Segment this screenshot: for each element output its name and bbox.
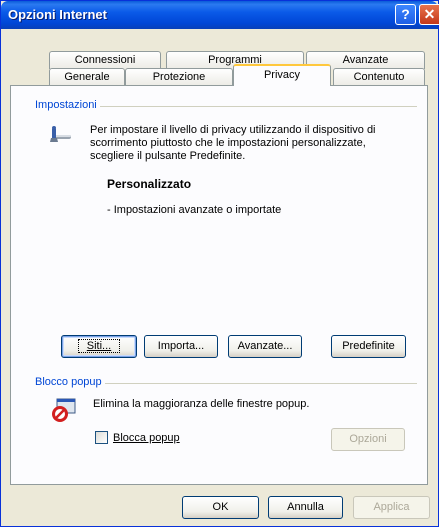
close-button[interactable]: ✕ — [419, 4, 439, 25]
block-popup-checkbox[interactable] — [95, 431, 108, 444]
popup-blocker-icon — [51, 397, 77, 423]
ok-button[interactable]: OK — [182, 496, 259, 519]
privacy-level-title: Personalizzato — [107, 177, 192, 191]
internet-options-dialog: Opzioni Internet ? ✕ Connessioni Program… — [0, 0, 439, 527]
privacy-description: Per impostare il livello di privacy util… — [90, 124, 376, 162]
tab-protezione[interactable]: Protezione — [125, 68, 233, 86]
privacy-level-detail: - Impostazioni avanzate o importate — [107, 204, 282, 216]
title-bar[interactable]: Opzioni Internet ? ✕ — [1, 1, 439, 29]
import-button[interactable]: Importa... — [144, 335, 218, 358]
default-button[interactable]: Predefinite — [331, 335, 406, 358]
cancel-button[interactable]: Annulla — [268, 496, 343, 519]
help-button[interactable]: ? — [395, 4, 416, 25]
window-title: Opzioni Internet — [8, 7, 107, 22]
popup-description: Elimina la maggioranza delle finestre po… — [93, 398, 310, 410]
close-icon: ✕ — [423, 6, 436, 22]
popup-group-divider — [103, 383, 417, 384]
privacy-settings-icon — [49, 126, 73, 146]
sites-button[interactable]: Siti... — [61, 335, 137, 358]
tab-privacy[interactable]: Privacy — [233, 64, 331, 86]
settings-group-label: Impostazioni — [35, 99, 100, 111]
settings-group-divider — [71, 106, 417, 107]
block-popup-label[interactable]: Blocca popup — [113, 432, 180, 444]
privacy-tab-panel: Impostazioni Per impostare il livello di… — [10, 85, 428, 485]
popup-options-button[interactable]: Opzioni — [331, 428, 405, 451]
advanced-button[interactable]: Avanzate... — [228, 335, 302, 358]
tab-connessioni[interactable]: Connessioni — [49, 51, 161, 69]
tab-generale[interactable]: Generale — [49, 68, 125, 86]
popup-group-label: Blocco popup — [35, 376, 105, 388]
tab-contenuto[interactable]: Contenuto — [333, 68, 425, 86]
help-icon: ? — [401, 6, 410, 22]
apply-button[interactable]: Applica — [353, 496, 430, 519]
